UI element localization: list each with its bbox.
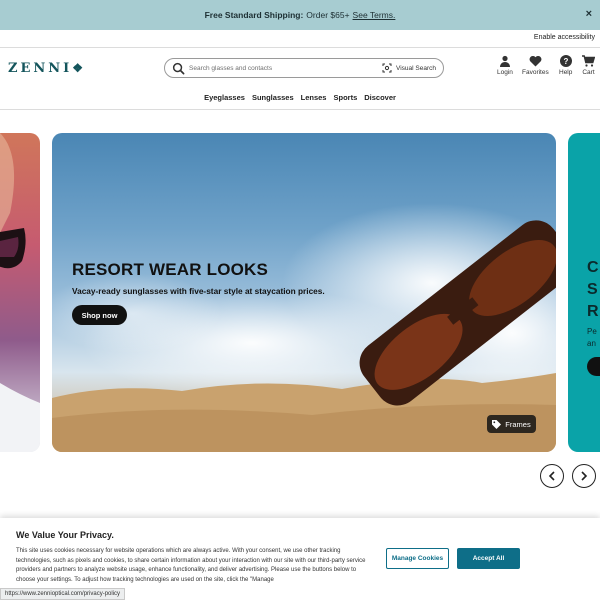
next-slide-title-2: S <box>587 281 598 298</box>
accept-all-button[interactable]: Accept All <box>457 548 520 569</box>
shop-now-button[interactable]: Shop now <box>72 305 127 325</box>
help-icon: ? <box>559 55 572 67</box>
carousel-slide-resort-wear[interactable]: RESORT WEAR LOOKS Vacay-ready sunglasses… <box>52 133 556 452</box>
manage-cookies-button[interactable]: Manage Cookies <box>386 548 449 569</box>
carousel-prev-button[interactable] <box>540 464 564 488</box>
cookie-title: We Value Your Privacy. <box>16 530 114 540</box>
nav-lenses[interactable]: Lenses <box>301 93 327 106</box>
help-label: Help <box>559 69 573 76</box>
divider <box>0 109 600 110</box>
zenni-logo[interactable]: ZENNI❖ <box>8 61 83 76</box>
main-nav: Eyeglasses Sunglasses Lenses Sports Disc… <box>0 93 600 106</box>
status-bar-url: https://www.zennioptical.com/privacy-pol… <box>0 588 126 600</box>
next-slide-title-1: C <box>587 259 599 276</box>
user-icon <box>499 55 510 67</box>
see-terms-link[interactable]: See Terms. <box>353 10 396 20</box>
login-button[interactable]: Login <box>497 55 513 76</box>
next-slide-sub-2: an <box>587 339 596 348</box>
heart-icon <box>529 55 542 67</box>
hero-subtitle: Vacay-ready sunglasses with five-star st… <box>72 286 325 296</box>
chevron-left-icon <box>548 471 555 481</box>
carousel-slide-previous[interactable] <box>0 133 40 452</box>
svg-text:?: ? <box>563 57 568 66</box>
close-icon[interactable]: × <box>586 8 592 20</box>
nav-sports[interactable]: Sports <box>333 93 357 106</box>
carousel-slide-next[interactable]: C S R Pe an <box>568 133 600 452</box>
cart-button[interactable]: Cart <box>582 55 595 76</box>
login-label: Login <box>497 69 513 76</box>
next-slide-button[interactable] <box>587 357 600 376</box>
enable-accessibility-link[interactable]: Enable accessibility <box>534 34 595 41</box>
next-slide-sub-1: Pe <box>587 327 597 336</box>
visual-search-button[interactable]: Visual Search <box>382 63 436 73</box>
nav-discover[interactable]: Discover <box>364 93 396 106</box>
search-bar[interactable]: Search glasses and contacts Visual Searc… <box>164 58 444 78</box>
sunglasses-model-image <box>0 133 40 452</box>
logo-text: ZENNI <box>8 61 73 76</box>
visual-search-label: Visual Search <box>396 64 436 72</box>
next-slide-title-3: R <box>587 303 599 320</box>
nav-eyeglasses[interactable]: Eyeglasses <box>204 93 245 106</box>
hero-title: RESORT WEAR LOOKS <box>72 260 269 279</box>
carousel-next-button[interactable] <box>572 464 596 488</box>
cart-label: Cart <box>582 69 595 76</box>
chevron-right-icon <box>581 471 588 481</box>
cookie-body: This site uses cookies necessary for web… <box>16 548 366 583</box>
cart-icon <box>582 55 595 67</box>
search-input[interactable]: Search glasses and contacts <box>189 65 272 72</box>
camera-icon <box>382 63 392 73</box>
promo-bold: Free Standard Shipping: <box>204 10 304 20</box>
divider <box>0 47 600 48</box>
search-icon <box>172 62 185 75</box>
nav-sunglasses[interactable]: Sunglasses <box>252 93 294 106</box>
logo-mark-icon: ❖ <box>72 61 84 75</box>
help-button[interactable]: ? Help <box>559 55 572 76</box>
tag-icon <box>492 419 502 429</box>
frames-tag[interactable]: Frames <box>487 415 536 433</box>
favorites-button[interactable]: Favorites <box>522 55 549 76</box>
favorites-label: Favorites <box>522 69 549 76</box>
promo-text: Order $65+ <box>306 10 350 20</box>
frames-tag-label: Frames <box>505 419 531 429</box>
promo-banner: Free Standard Shipping: Order $65+ See T… <box>0 0 600 30</box>
